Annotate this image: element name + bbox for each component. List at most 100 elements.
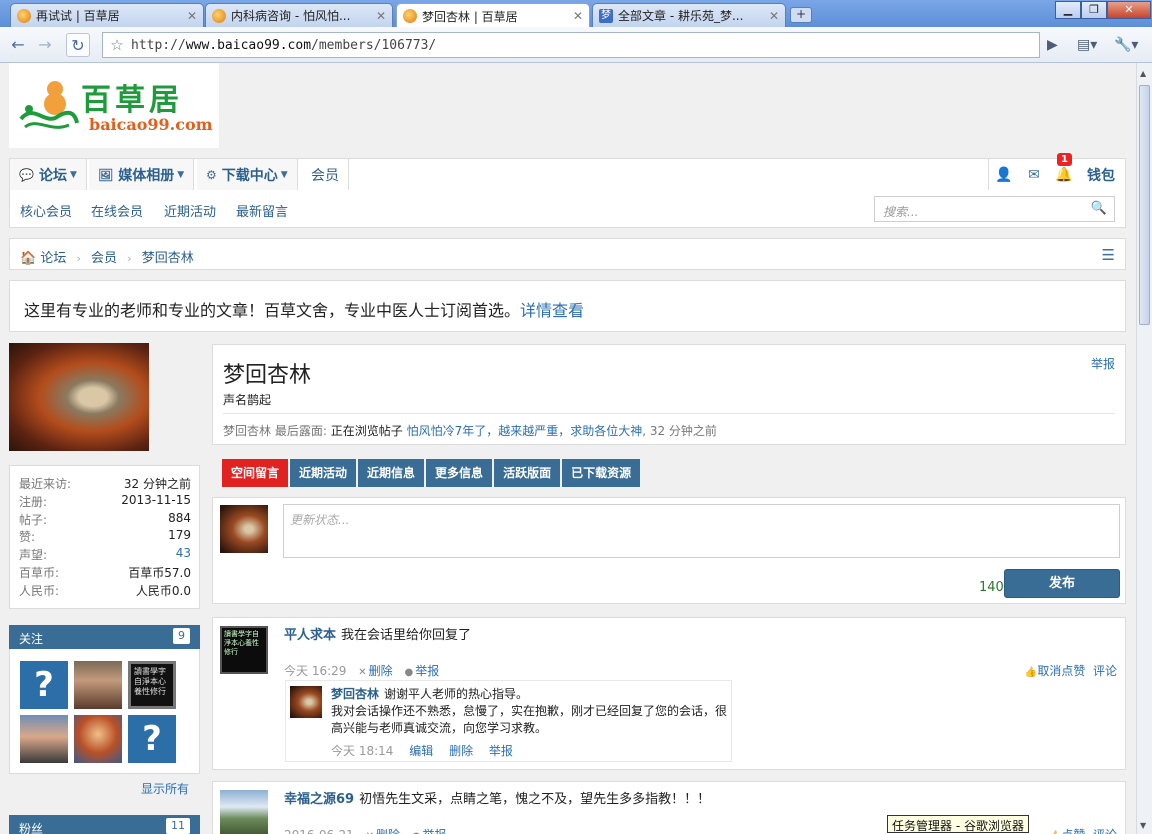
x-icon: ✕ [358,667,367,678]
comment-author-link[interactable]: 梦回杏林 [331,687,379,701]
caret-down-icon: ▼ [280,169,288,180]
post-meta: 2016-06-21 ✕删除 ●举报 [284,826,447,834]
comment-link[interactable]: 评论 [1093,664,1117,678]
tab-recent-activity[interactable]: 近期活动 [290,459,357,487]
edit-comment-link[interactable]: 编辑 [409,744,433,758]
tab-close-icon[interactable]: ✕ [769,9,779,23]
site-logo[interactable]: 百草居 baicao99.com [9,63,219,148]
notice-details-link[interactable]: 详情查看 [520,301,584,320]
scrollbar-thumb[interactable] [1139,85,1150,325]
subnav-latest-messages[interactable]: 最新留言 [236,201,288,220]
wrench-menu-icon[interactable]: 🔧▾ [1114,33,1138,57]
address-bar[interactable]: ☆ http://www.baicao99.com/members/106773… [102,32,1040,58]
status-input[interactable] [283,504,1120,558]
breadcrumb-current[interactable]: 梦回杏林 [142,251,194,266]
delete-comment-link[interactable]: 删除 [449,744,473,758]
page-menu-icon[interactable]: ▤▾ [1077,33,1097,57]
go-arrow-icon[interactable]: ▶ [1047,33,1058,57]
reload-button[interactable]: ↻ [66,33,90,57]
tab-recent-posts[interactable]: 近期信息 [358,459,425,487]
browser-tab-1[interactable]: 再试试 | 百草居 ✕ [10,3,204,27]
following-grid: ? 讀書學字 自淨本心 養性修行 ? [9,649,200,774]
poster-avatar[interactable] [220,790,268,834]
stat-posts: 帖子: 884 [19,510,191,527]
report-comment-link[interactable]: 举报 [489,744,513,758]
following-avatar[interactable]: 讀書學字 自淨本心 養性修行 [128,661,176,709]
status-update-box: 140 发布 [212,497,1126,604]
tab-close-icon[interactable]: ✕ [573,9,583,23]
bell-icon[interactable]: 🔔 1 [1049,153,1079,183]
comment-link[interactable]: 评论 [1093,828,1117,834]
maximize-button[interactable]: ❐ [1081,1,1107,19]
close-window-button[interactable]: ✕ [1107,1,1151,19]
stat-reputation: 声望: 43 [19,546,191,563]
report-post-link[interactable]: ●举报 [404,664,439,678]
logo-domain-text: baicao99.com [89,115,213,134]
unlike-link[interactable]: 👍取消点赞 [1025,664,1085,678]
wallet-link[interactable]: 钱包 [1079,165,1125,185]
commenter-avatar[interactable] [290,686,322,718]
browser-tab-active[interactable]: 梦回杏林 | 百草居 ✕ [396,3,590,28]
inbox-icon[interactable]: ✉ [1019,167,1049,183]
tab-close-icon[interactable]: ✕ [376,9,386,23]
member-avatar[interactable] [9,343,149,451]
alerts-badge: 1 [1057,153,1072,166]
post-actions: 👍取消点赞 评论 [1025,662,1117,679]
report-member-link[interactable]: 举报 [1091,355,1115,372]
page-scrollbar[interactable]: ▲ ▼ [1136,63,1152,834]
delete-post-link[interactable]: ✕删除 [366,828,400,834]
poster-avatar[interactable]: 讀書學字自淨本心養性修行 [220,626,268,674]
post-author-link[interactable]: 幸福之源69 [284,792,354,807]
tab-active-forums[interactable]: 活跃版面 [494,459,561,487]
thumb-icon: 👍 [1024,667,1038,678]
browser-tabbar: 再试试 | 百草居 ✕ 内科病咨询 - 怕风怕... ✕ 梦回杏林 | 百草居 … [0,0,1152,28]
hamburger-menu-icon[interactable]: ☰ [1102,246,1115,264]
tab-profile-posts[interactable]: 空间留言 [222,459,289,487]
browser-tab-4[interactable]: 梦 全部文章 - 耕乐苑_梦... ✕ [592,3,786,27]
user-icon[interactable]: 👤 [989,167,1019,183]
scroll-up-arrow-icon[interactable]: ▲ [1140,69,1146,78]
logo-chinese-text: 百草居 [81,83,183,118]
report-post-link[interactable]: ●举报 [412,828,447,834]
search-input[interactable]: 搜索... 🔍 [874,196,1115,222]
subnav-online-members[interactable]: 在线会员 [91,201,143,220]
nav-tab-downloads[interactable]: ⚙ 下载中心 ▼ [197,159,298,191]
subnav-recent-activity[interactable]: 近期活动 [164,201,216,220]
post-author-link[interactable]: 平人求本 [284,628,336,643]
post-status-button[interactable]: 发布 [1004,569,1120,598]
bookmark-star-icon[interactable]: ☆ [103,36,131,54]
subnav-core-members[interactable]: 核心会员 [20,201,72,220]
nav-tab-forum[interactable]: 💬 论坛 ▼ [10,159,87,191]
nav-tab-media[interactable]: 🖼 媒体相册 ▼ [89,159,195,191]
tab-downloaded-resources[interactable]: 已下载资源 [562,459,641,487]
following-avatar[interactable]: ? [128,715,176,763]
last-seen-thread-link[interactable]: 怕风怕冷7年了，越来越严重，求助各位大神 [407,424,643,438]
following-avatar[interactable] [74,661,122,709]
nav-tab-members[interactable]: 会员 [302,159,349,191]
like-link[interactable]: 👍点赞 [1049,828,1085,834]
scroll-down-arrow-icon[interactable]: ▼ [1140,821,1146,830]
forward-button[interactable]: → [33,33,57,57]
window-tooltip: 任务管理器 - 谷歌浏览器 [887,815,1029,833]
following-avatar[interactable] [74,715,122,763]
show-all-following-link[interactable]: 显示所有 [9,780,200,797]
new-tab-button[interactable]: + [790,7,812,23]
delete-post-link[interactable]: ✕删除 [358,664,392,678]
stat-rmb: 人民币: 人民币0.0 [19,583,191,598]
breadcrumb-members[interactable]: 会员 [91,251,117,266]
tab-more-info[interactable]: 更多信息 [426,459,493,487]
following-avatar[interactable] [20,715,68,763]
search-icon[interactable]: 🔍 [1091,201,1107,216]
following-avatar[interactable]: ? [20,661,68,709]
minimize-button[interactable]: ▁ [1055,1,1081,19]
browser-tab-2[interactable]: 内科病咨询 - 怕风怕... ✕ [205,3,393,27]
post-message: 平人求本 我在会话里给你回复了 [284,628,472,643]
back-button[interactable]: ← [6,33,30,57]
chevron-right-icon: › [127,252,132,265]
tab-close-icon[interactable]: ✕ [187,9,197,23]
page-viewport: 百草居 baicao99.com 💬 论坛 ▼ 🖼 媒体相册 ▼ ⚙ 下载中心 … [0,63,1136,834]
site-notice: 这里有专业的老师和专业的文章！百草文舍，专业中医人士订阅首选。详情查看 [9,280,1126,332]
member-stats: 最近来访: 32 分钟之前 注册: 2013-11-15 帖子: 884 赞: 179 … [9,465,200,609]
post-comment: 梦回杏林 谢谢平人老师的热心指导。 我对会话操作还不熟悉，怠慢了，实在抱歉，刚才已… [285,680,732,762]
breadcrumb-forum[interactable]: 论坛 [40,251,66,266]
